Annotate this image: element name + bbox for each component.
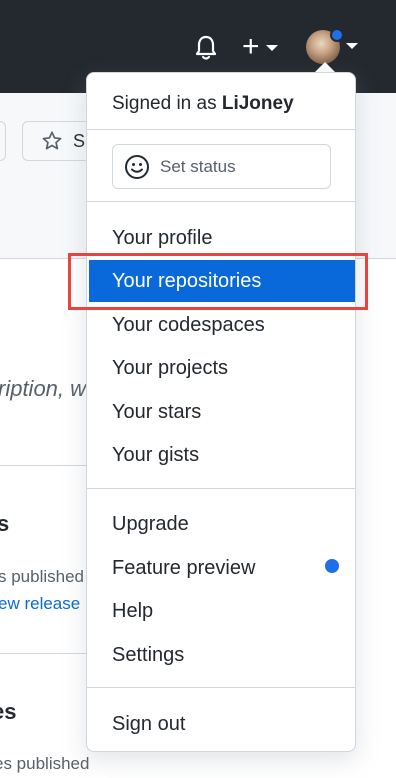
signed-in-prefix: Signed in as <box>112 93 217 114</box>
signed-in-header: Signed in as LiJoney <box>112 93 294 115</box>
chevron-down-icon <box>346 43 358 49</box>
username[interactable]: LiJoney <box>222 93 294 114</box>
set-status-label: Set status <box>160 156 236 176</box>
menu-item-sign-out[interactable]: Sign out <box>87 704 355 744</box>
dropdown-caret <box>315 62 335 72</box>
menu-item-your-repositories[interactable]: Your repositories <box>89 260 355 302</box>
chevron-down-icon <box>265 45 278 51</box>
divider <box>0 465 90 466</box>
background-button[interactable] <box>0 121 6 161</box>
star-button-label: S <box>73 130 86 151</box>
divider <box>87 129 355 130</box>
menu-item-feature-preview[interactable]: Feature preview <box>87 548 355 588</box>
divider <box>87 488 355 489</box>
feature-preview-dot <box>325 559 339 573</box>
star-icon <box>42 131 62 150</box>
menu-item-upgrade[interactable]: Upgrade <box>87 504 355 544</box>
bell-icon[interactable] <box>194 34 218 62</box>
notification-badge-dot <box>330 28 344 42</box>
divider <box>87 687 355 688</box>
new-release-link[interactable]: ew release <box>0 594 80 614</box>
packages-heading-fragment: es <box>0 699 17 724</box>
menu-item-settings[interactable]: Settings <box>87 635 355 675</box>
create-new-button[interactable]: + <box>242 30 286 63</box>
set-status-button[interactable]: Set status <box>112 144 331 189</box>
menu-item-your-stars[interactable]: Your stars <box>87 392 355 432</box>
plus-icon: + <box>242 30 260 63</box>
releases-text-fragment: s published <box>0 567 85 586</box>
menu-item-your-gists[interactable]: Your gists <box>87 435 355 475</box>
menu-item-your-profile[interactable]: Your profile <box>87 218 355 258</box>
menu-item-your-codespaces[interactable]: Your codespaces <box>87 305 355 345</box>
menu-item-help[interactable]: Help <box>87 591 355 631</box>
menu-item-your-projects[interactable]: Your projects <box>87 348 355 388</box>
repo-description-fragment: ription, w <box>0 376 87 401</box>
divider <box>0 653 90 654</box>
user-dropdown-menu: Signed in as LiJoney Set status Your pro… <box>86 72 356 752</box>
packages-text-fragment: es published <box>0 754 90 773</box>
releases-heading-fragment: s <box>0 511 10 536</box>
divider <box>87 201 355 202</box>
smiley-icon <box>125 154 149 179</box>
